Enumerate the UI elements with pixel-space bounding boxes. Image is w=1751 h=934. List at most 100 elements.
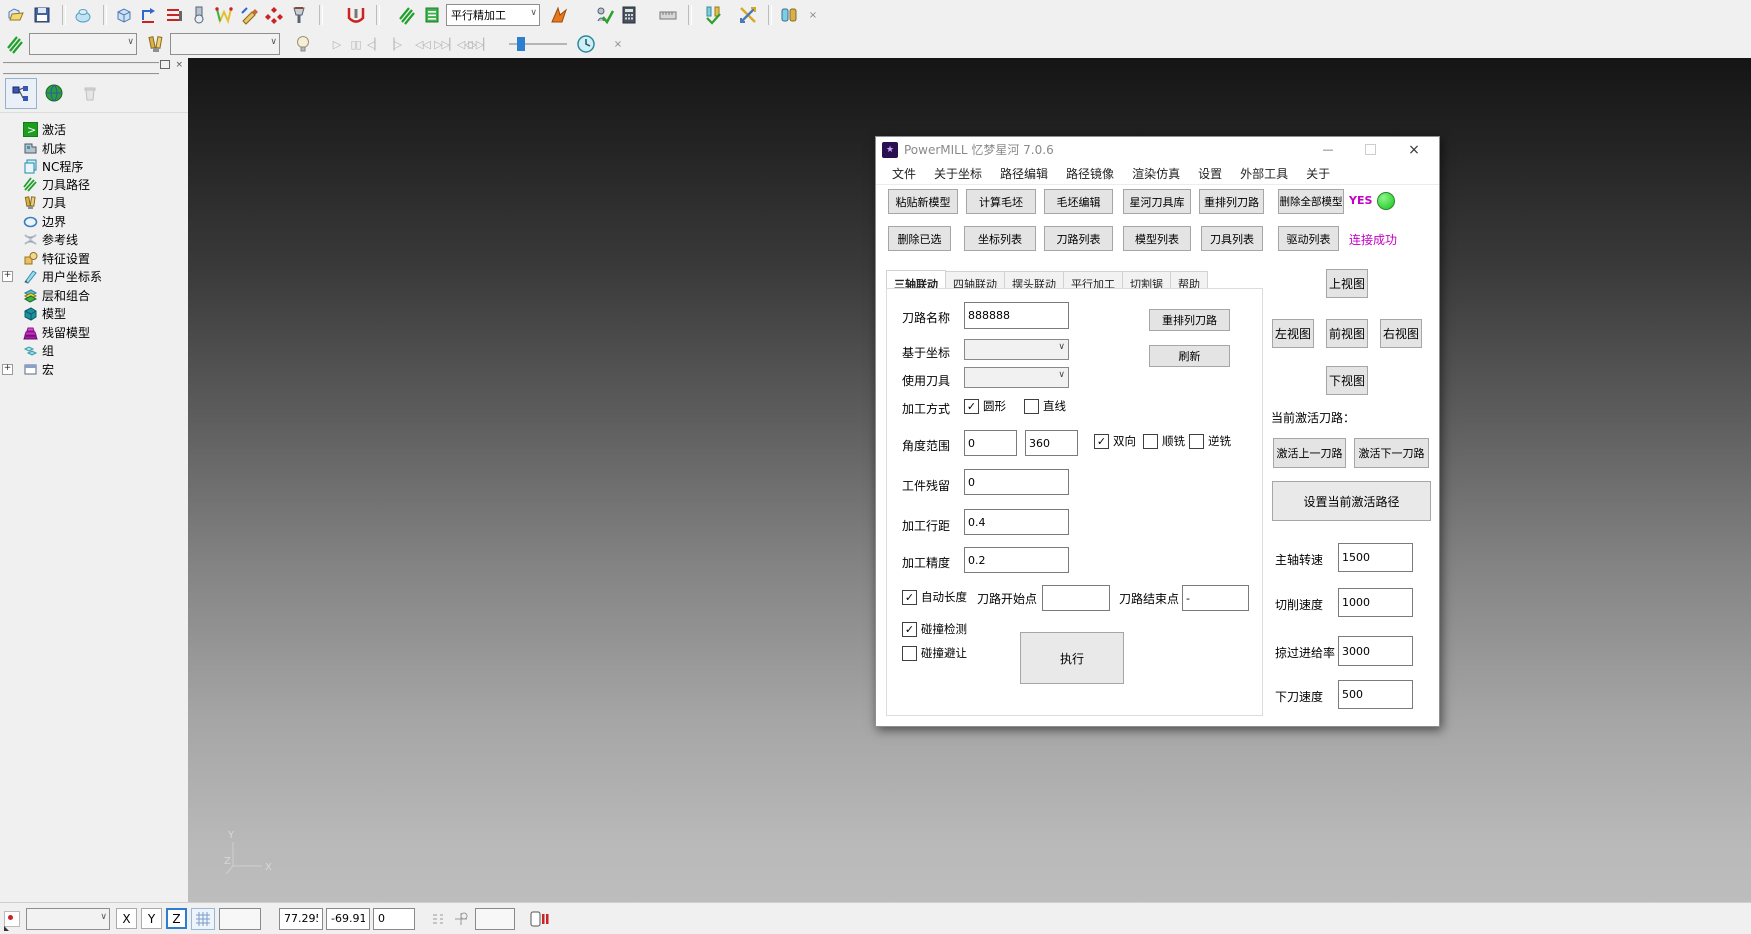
tool-icon[interactable] (188, 4, 210, 26)
rearrange-button[interactable]: 重排列刀路 (1149, 309, 1230, 331)
step-forward-button[interactable]: ▕▷ (384, 34, 403, 54)
paste-new-model-button[interactable]: 粘贴新模型 (888, 189, 958, 214)
start-point-input[interactable] (1042, 585, 1110, 611)
tree-item-workplanes[interactable]: 用户坐标系 (14, 267, 102, 285)
workplane-indicator-icon[interactable] (4, 911, 20, 927)
toolbar-close-button[interactable]: × (803, 5, 822, 25)
bidirectional-checkbox[interactable]: ✓双向 (1094, 433, 1136, 449)
drive-list-button[interactable]: 驱动列表 (1278, 226, 1339, 251)
menu-settings[interactable]: 设置 (1189, 165, 1231, 182)
machining-strategy-combo[interactable]: 平行精加工 ∨ (446, 4, 540, 26)
block-edit-button[interactable]: 毛坯编辑 (1044, 189, 1113, 214)
pause-button[interactable]: ▯▯ (346, 34, 365, 54)
holder-profile-icon[interactable] (345, 4, 367, 26)
sim-tool-combo[interactable]: ∨ (170, 33, 280, 55)
workplane-combo[interactable]: ∨ (26, 908, 110, 930)
toolpath-list-button[interactable]: 刀路列表 (1044, 226, 1113, 251)
tree-item-patterns[interactable]: 参考线 (4, 230, 78, 248)
tree-item-boundaries[interactable]: 边界 (4, 212, 66, 230)
rearrange-toolpaths-button[interactable]: 重排列刀路 (1199, 189, 1264, 214)
collision-avoid-checkbox[interactable]: 碰撞避让 (902, 645, 967, 661)
skim-feed-input[interactable] (1338, 636, 1413, 666)
leads-links-icon[interactable] (213, 4, 235, 26)
execute-button[interactable]: 执行 (1020, 632, 1124, 684)
menu-render-sim[interactable]: 渲染仿真 (1123, 165, 1189, 182)
tree-item-macros[interactable]: 宏 (14, 360, 54, 378)
axis-y-button[interactable]: Y (141, 908, 162, 929)
spindle-speed-input[interactable] (1338, 543, 1413, 572)
stock-allowance-input[interactable] (964, 469, 1069, 495)
view-top-button[interactable]: 上视图 (1326, 269, 1368, 298)
menu-external-tools[interactable]: 外部工具 (1231, 165, 1297, 182)
coord-z-field[interactable] (373, 908, 415, 930)
menu-file[interactable]: 文件 (883, 165, 925, 182)
rapid-move-icon[interactable] (138, 4, 160, 26)
sim-toolbar-close-button[interactable]: × (608, 34, 627, 54)
toolpath-name-input[interactable] (964, 302, 1069, 329)
tree-item-groups[interactable]: 组 (4, 341, 54, 359)
menu-coords[interactable]: 关于坐标 (925, 165, 991, 182)
tool-compare-icon[interactable] (702, 4, 724, 26)
expander-icon[interactable]: + (2, 364, 13, 375)
delete-selected-button[interactable]: 删除已选 (888, 226, 951, 251)
collision-check-checkbox[interactable]: ✓碰撞检测 (902, 621, 967, 637)
menu-path-edit[interactable]: 路径编辑 (991, 165, 1057, 182)
nc-program-icon[interactable] (421, 4, 443, 26)
feed-rate-icon[interactable] (163, 4, 185, 26)
toolpath-start-icon[interactable] (548, 4, 570, 26)
conventional-checkbox[interactable]: 逆铣 (1189, 433, 1231, 449)
tool-list-button[interactable]: 刀具列表 (1201, 226, 1263, 251)
tree-item-machine[interactable]: 机床 (4, 139, 66, 157)
explorer-trash-button[interactable] (75, 78, 105, 107)
step-back-button[interactable]: ◁▏ (365, 34, 384, 54)
swap-arrows-icon[interactable] (737, 4, 759, 26)
save-project-icon[interactable] (31, 4, 53, 26)
refresh-button[interactable]: 刷新 (1149, 345, 1230, 367)
stepover-input[interactable] (964, 509, 1069, 535)
activate-prev-toolpath-button[interactable]: 激活上一刀路 (1273, 438, 1346, 468)
tree-item-toolpaths[interactable]: 刀具路径 (4, 175, 90, 193)
play-button[interactable]: ▷ (327, 34, 346, 54)
tool-library-button[interactable]: 星河刀具库 (1123, 189, 1191, 214)
grid-snap-button[interactable] (191, 908, 215, 930)
view-front-button[interactable]: 前视图 (1326, 319, 1368, 348)
speed-slider[interactable] (509, 37, 567, 51)
open-project-icon[interactable] (6, 4, 28, 26)
use-tool-combo[interactable]: ∨ (964, 367, 1069, 388)
maximize-button[interactable] (1353, 137, 1387, 162)
device-pause-icon[interactable] (529, 910, 549, 928)
clock-icon[interactable] (575, 33, 597, 55)
jog-position-icon[interactable] (453, 911, 469, 927)
view-right-button[interactable]: 右视图 (1380, 319, 1422, 348)
angle-to-input[interactable] (1025, 430, 1078, 456)
tree-item-tools[interactable]: 刀具 (4, 193, 66, 211)
tree-item-models[interactable]: 模型 (4, 304, 66, 322)
axis-z-button[interactable]: Z (166, 908, 187, 929)
set-active-path-button[interactable]: 设置当前激活路径 (1272, 481, 1431, 521)
plunge-feed-input[interactable] (1338, 680, 1413, 709)
mode-circular-checkbox[interactable]: ✓圆形 (964, 398, 1006, 414)
edit-toolpath-icon[interactable] (238, 4, 260, 26)
tool-holder-icon[interactable] (288, 4, 310, 26)
angle-from-input[interactable] (964, 430, 1017, 456)
minimize-button[interactable]: — (1311, 137, 1345, 162)
tree-item-activate[interactable]: >激活 (4, 120, 66, 138)
calc-block-button[interactable]: 计算毛坯 (966, 189, 1036, 214)
slider-thumb[interactable] (517, 37, 525, 51)
menu-path-mirror[interactable]: 路径镜像 (1057, 165, 1123, 182)
tree-item-levels[interactable]: 层和组合 (4, 286, 90, 304)
verify-check-icon[interactable] (593, 4, 615, 26)
menu-about[interactable]: 关于 (1297, 165, 1339, 182)
skip-start-button[interactable]: ▏◁◁ (451, 34, 470, 54)
tree-item-stock-models[interactable]: 残留模型 (4, 323, 90, 341)
lightbulb-icon[interactable] (292, 33, 314, 55)
activate-next-toolpath-button[interactable]: 激活下一刀路 (1354, 438, 1429, 468)
explorer-tree-button[interactable] (5, 78, 37, 109)
tree-item-feature-sets[interactable]: 特征设置 (4, 249, 90, 267)
toolpath-icon[interactable] (396, 4, 418, 26)
calculator-icon[interactable] (618, 4, 640, 26)
coord-list-button[interactable]: 坐标列表 (964, 226, 1036, 251)
panel-dock-icon[interactable] (160, 60, 170, 69)
coord-y-field[interactable] (326, 908, 370, 930)
based-coord-combo[interactable]: ∨ (964, 339, 1069, 360)
